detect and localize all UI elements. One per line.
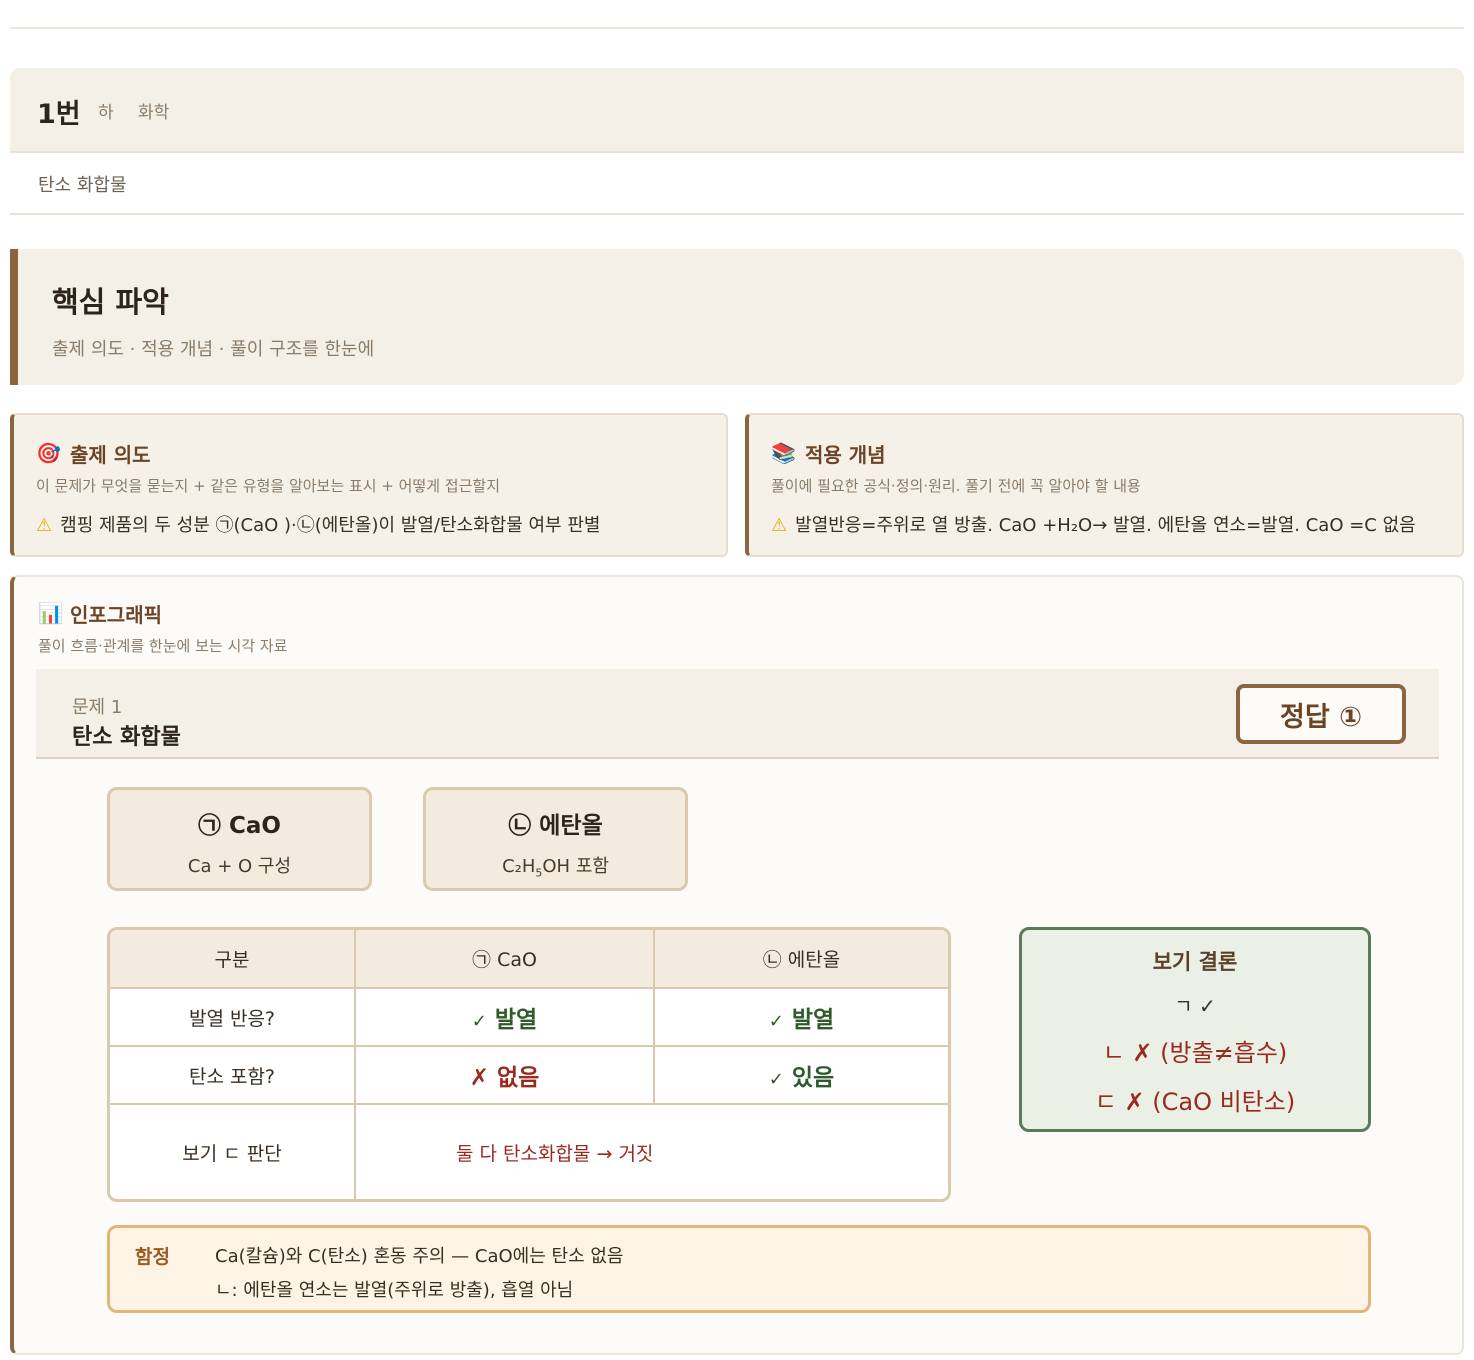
check-icon: ✓ xyxy=(471,1011,487,1032)
infographic-subtitle: 풀이 흐름·관계를 한눈에 보는 시각 자료 xyxy=(38,637,288,655)
table-header: ㉠ CaO xyxy=(354,930,655,989)
chip-cao: ㉠ CaO Ca + O 구성 xyxy=(107,787,372,891)
books-icon: 📚 xyxy=(771,441,796,465)
problem-number: 1번 xyxy=(37,99,81,130)
table-row: 발열 반응? ✓ 발열 ✓ 발열 xyxy=(110,987,948,1047)
table-header: ㉡ 에탄올 xyxy=(653,930,948,989)
trap-label: 함정 xyxy=(135,1246,170,1268)
question-label: 문제 1 xyxy=(72,697,123,718)
check-icon: ✓ xyxy=(768,1069,784,1090)
warning-icon: ⚠ xyxy=(36,515,53,536)
trap-box: 함정 Ca(칼슘)와 C(탄소) 혼동 주의 — CaO에는 탄소 없음 ㄴ: … xyxy=(107,1225,1371,1313)
bar-chart-icon: 📊 xyxy=(38,601,63,625)
cell-text: 발열 xyxy=(791,1007,835,1033)
intent-card: 🎯 출제 의도 이 문제가 무엇을 묻는지 + 같은 유형을 알아보는 표시 +… xyxy=(10,413,728,557)
core-subtitle: 출제 의도 · 적용 개념 · 풀이 구조를 한눈에 xyxy=(52,339,375,360)
intent-desc: 이 문제가 무엇을 묻는지 + 같은 유형을 알아보는 표시 + 어떻게 접근할… xyxy=(36,477,500,495)
problem-topic: 탄소 화합물 xyxy=(38,175,127,196)
conclusion-line: ㄱ ✓ xyxy=(1174,994,1216,1018)
problem-header: 1번 하 화학 xyxy=(10,68,1464,153)
cross-icon: ✗ xyxy=(469,1065,489,1091)
trap-line: ㄴ: 에탄올 연소는 발열(주위로 방출), 흡열 아님 xyxy=(215,1280,574,1301)
problem-topic-row: 탄소 화합물 xyxy=(10,153,1464,215)
cell-text: 발열 xyxy=(494,1007,538,1033)
intent-warning-text: 캠핑 제품의 두 성분 ㉠(CaO )·㉡(에탄올)이 발열/탄소화합물 여부 … xyxy=(60,515,601,536)
chip-ethanol-sub: C₂H5OH 포함 xyxy=(426,852,685,880)
cell-text: 있음 xyxy=(791,1065,835,1091)
chip-ethanol-sub-post: OH 포함 xyxy=(542,856,609,877)
infographic-title: 인포그래픽 xyxy=(70,603,162,627)
core-section: 핵심 파악 출제 의도 · 적용 개념 · 풀이 구조를 한눈에 xyxy=(10,249,1464,385)
cell-ethanol: ✓ 발열 xyxy=(653,987,948,1047)
infographic-section: 📊 인포그래픽 풀이 흐름·관계를 한눈에 보는 시각 자료 문제 1 탄소 화… xyxy=(10,575,1464,1355)
warning-icon: ⚠ xyxy=(771,515,788,536)
concept-warning-text: 발열반응=주위로 열 방출. CaO +H₂O→ 발열. 에탄올 연소=발열. … xyxy=(795,515,1416,536)
chip-cao-title: ㉠ CaO xyxy=(198,813,281,839)
table-row: 보기 ㄷ 판단 둘 다 탄소화합물 → 거짓 xyxy=(110,1103,948,1199)
conclusion-title: 보기 결론 xyxy=(1152,950,1238,974)
cell-ethanol: ✓ 있음 xyxy=(653,1045,948,1105)
question-name: 탄소 화합물 xyxy=(72,725,181,750)
conclusion-box: 보기 결론 ㄱ ✓ ㄴ ✗ (방출≠흡수) ㄷ ✗ (CaO 비탄소) xyxy=(1019,927,1371,1132)
conclusion-line: ㄷ ✗ (CaO 비탄소) xyxy=(1094,1088,1296,1116)
chip-ethanol: ㉡ 에탄올 C₂H5OH 포함 xyxy=(423,787,688,891)
trap-line: Ca(칼슘)와 C(탄소) 혼동 주의 — CaO에는 탄소 없음 xyxy=(215,1246,624,1267)
chip-ethanol-title: ㉡ 에탄올 xyxy=(508,813,603,839)
difficulty-badge: 하 xyxy=(98,103,114,123)
concept-title: 적용 개념 xyxy=(805,443,886,467)
subject-badge: 화학 xyxy=(138,103,170,123)
row-label: 발열 반응? xyxy=(110,987,356,1047)
concept-desc: 풀이에 필요한 공식·정의·원리. 풀기 전에 꼭 알아야 할 내용 xyxy=(771,477,1141,495)
intent-warning: ⚠ 캠핑 제품의 두 성분 ㉠(CaO )·㉡(에탄올)이 발열/탄소화합물 여부… xyxy=(36,511,600,537)
table-header: 구분 xyxy=(110,930,356,989)
concept-warning: ⚠ 발열반응=주위로 열 방출. CaO +H₂O→ 발열. 에탄올 연소=발열.… xyxy=(771,511,1416,537)
core-title: 핵심 파악 xyxy=(52,285,169,319)
table-row: 탄소 포함? ✗ 없음 ✓ 있음 xyxy=(110,1045,948,1105)
check-icon: ✓ xyxy=(768,1011,784,1032)
verdict-cell: 둘 다 탄소화합물 → 거짓 xyxy=(354,1103,948,1199)
conclusion-line: ㄴ ✗ (방출≠흡수) xyxy=(1102,1039,1288,1067)
top-divider xyxy=(10,27,1464,29)
cell-cao: ✗ 없음 xyxy=(354,1045,655,1105)
row-label: 탄소 포함? xyxy=(110,1045,356,1105)
chip-cao-sub: Ca + O 구성 xyxy=(187,856,292,877)
cell-text: 없음 xyxy=(496,1065,540,1091)
cell-cao: ✓ 발열 xyxy=(354,987,655,1047)
comparison-table: 구분 ㉠ CaO ㉡ 에탄올 발열 반응? ✓ 발열 ✓ 발열 탄소 포함? ✗… xyxy=(107,927,951,1202)
target-icon: 🎯 xyxy=(36,441,61,465)
concept-card: 📚 적용 개념 풀이에 필요한 공식·정의·원리. 풀기 전에 꼭 알아야 할 … xyxy=(745,413,1464,557)
intent-title: 출제 의도 xyxy=(70,443,151,467)
chip-ethanol-sub-pre: C₂H xyxy=(502,856,536,877)
answer-badge: 정답 ① xyxy=(1236,684,1406,744)
question-band: 문제 1 탄소 화합물 정답 ① xyxy=(36,669,1439,759)
row-label: 보기 ㄷ 판단 xyxy=(110,1103,356,1199)
